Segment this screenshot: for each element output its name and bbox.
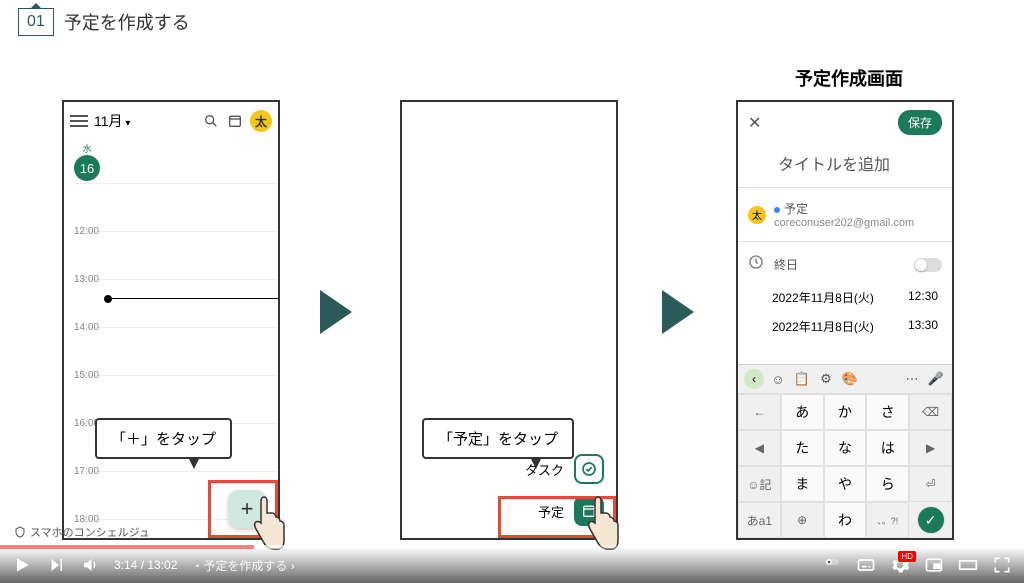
miniplayer-button[interactable] [924, 555, 944, 575]
kb-punct[interactable]: 、。?! [866, 502, 909, 538]
kb-mic-icon[interactable]: 🎤 [926, 369, 946, 389]
arrow-icon [320, 290, 352, 334]
search-icon[interactable] [202, 112, 220, 130]
title-input[interactable]: タイトルを追加 [748, 151, 890, 175]
kb-key[interactable]: は [866, 430, 909, 466]
month-dropdown[interactable]: 11月 [94, 111, 196, 131]
kb-palette-icon[interactable]: 🎨 [840, 369, 860, 389]
volume-button[interactable] [80, 555, 100, 575]
end-date: 2022年11月8日(火) [772, 318, 874, 335]
section-title: 予定を作成する [64, 9, 190, 35]
end-datetime[interactable]: 2022年11月8日(火) 13:30 [738, 312, 952, 341]
now-indicator-dot [104, 295, 112, 303]
time-label: 15:00 [74, 370, 104, 381]
kb-key[interactable]: ◀ [738, 430, 781, 466]
calendar-label: 予定 [784, 202, 808, 216]
close-icon[interactable]: ✕ [748, 113, 761, 133]
next-button[interactable] [46, 555, 66, 575]
phone-create-event: ✕ 保存 タイトルを追加 太 予定 coreconuser202@gmail.c… [736, 100, 954, 540]
kb-key[interactable]: ▶ [909, 430, 952, 466]
allday-label: 終日 [774, 256, 798, 273]
time-label: 12:00 [74, 226, 104, 237]
kb-emoji[interactable]: ☺記 [738, 466, 781, 502]
section-number-badge: 01 [18, 8, 54, 36]
kb-settings-icon[interactable]: ⚙ [816, 369, 836, 389]
keyboard-grid: ← あ か さ ⌫ ◀ た な は ▶ ☺記 ま や ら ⏎ あa1 ⊕ わ 、… [738, 394, 952, 538]
chapter-title[interactable]: ・予定を作成する › [191, 557, 294, 574]
date-number: 16 [74, 155, 100, 181]
kb-back-icon[interactable]: ‹ [744, 369, 764, 389]
autoplay-toggle[interactable] [822, 555, 842, 575]
ime-keyboard: ‹ ☺ 📋 ⚙ 🎨 ⋯ 🎤 ← あ か さ ⌫ ◀ た な は ▶ ☺記 [738, 364, 952, 538]
kb-clipboard-icon[interactable]: 📋 [792, 369, 812, 389]
task-icon [574, 454, 604, 484]
arrow-icon [662, 290, 694, 334]
tooltip-tap-plus: 「＋」をタップ [95, 418, 232, 459]
time-label: 13:00 [74, 274, 104, 285]
avatar[interactable]: 太 [250, 110, 272, 132]
phone-menu-view: タスク 予定 [400, 100, 618, 540]
section-header: 01 予定を作成する [18, 8, 190, 36]
kb-enter[interactable]: ✓ [917, 506, 945, 534]
kb-key[interactable]: さ [866, 394, 909, 430]
create-screen-title: 予定作成画面 [795, 65, 903, 91]
avatar: 太 [748, 206, 766, 224]
calendar-color-dot [774, 207, 780, 213]
kb-key[interactable]: や [824, 466, 867, 502]
clock-icon [748, 254, 764, 275]
kb-key[interactable]: ⊕ [781, 502, 824, 538]
kb-key[interactable]: ← [738, 394, 781, 430]
phone-calendar-view: 11月 太 水 16 12:00 13:00 14:00 15:00 16:00 [62, 100, 280, 540]
time-label: 17:00 [74, 466, 104, 477]
end-time: 13:30 [908, 318, 938, 335]
kb-key[interactable]: か [824, 394, 867, 430]
channel-name: スマホのコンシェルジュ [14, 524, 150, 540]
kb-key[interactable]: わ [824, 502, 867, 538]
keyboard-toolbar: ‹ ☺ 📋 ⚙ 🎨 ⋯ 🎤 [738, 365, 952, 394]
kb-backspace[interactable]: ⌫ [909, 394, 952, 430]
time-display: 3:14 / 13:02 [114, 558, 177, 572]
kb-key[interactable]: た [781, 430, 824, 466]
kb-key[interactable]: ⏎ [909, 466, 952, 502]
kb-sticker-icon[interactable]: ☺ [768, 369, 788, 389]
account-email: coreconuser202@gmail.com [774, 217, 914, 229]
fullscreen-button[interactable] [992, 555, 1012, 575]
allday-toggle[interactable] [914, 258, 942, 272]
kb-mode[interactable]: あa1 [738, 502, 781, 538]
kb-key[interactable]: な [824, 430, 867, 466]
day-of-week: 水 [72, 142, 102, 155]
menu-icon[interactable] [70, 115, 88, 127]
hd-badge: HD [898, 551, 916, 562]
captions-button[interactable] [856, 555, 876, 575]
theater-button[interactable] [958, 555, 978, 575]
start-time: 12:30 [908, 289, 938, 306]
kb-key[interactable]: あ [781, 394, 824, 430]
time-label: 14:00 [74, 322, 104, 333]
kb-more-icon[interactable]: ⋯ [902, 369, 922, 389]
play-button[interactable] [12, 555, 32, 575]
kb-key[interactable]: ら [866, 466, 909, 502]
video-controls: 3:14 / 13:02 ・予定を作成する › HD [0, 547, 1024, 583]
now-indicator-line [108, 298, 278, 299]
date-header: 水 16 [64, 140, 278, 183]
kb-key[interactable]: ま [781, 466, 824, 502]
tooltip-tap-event: 「予定」をタップ [422, 418, 574, 459]
video-content: 01 予定を作成する 予定作成画面 11月 太 水 16 12:00 [0, 0, 1024, 548]
today-icon[interactable] [226, 112, 244, 130]
calendar-topbar: 11月 太 [64, 102, 278, 140]
save-button[interactable]: 保存 [898, 110, 942, 135]
start-date: 2022年11月8日(火) [772, 289, 874, 306]
settings-button[interactable]: HD [890, 555, 910, 575]
start-datetime[interactable]: 2022年11月8日(火) 12:30 [738, 283, 952, 312]
